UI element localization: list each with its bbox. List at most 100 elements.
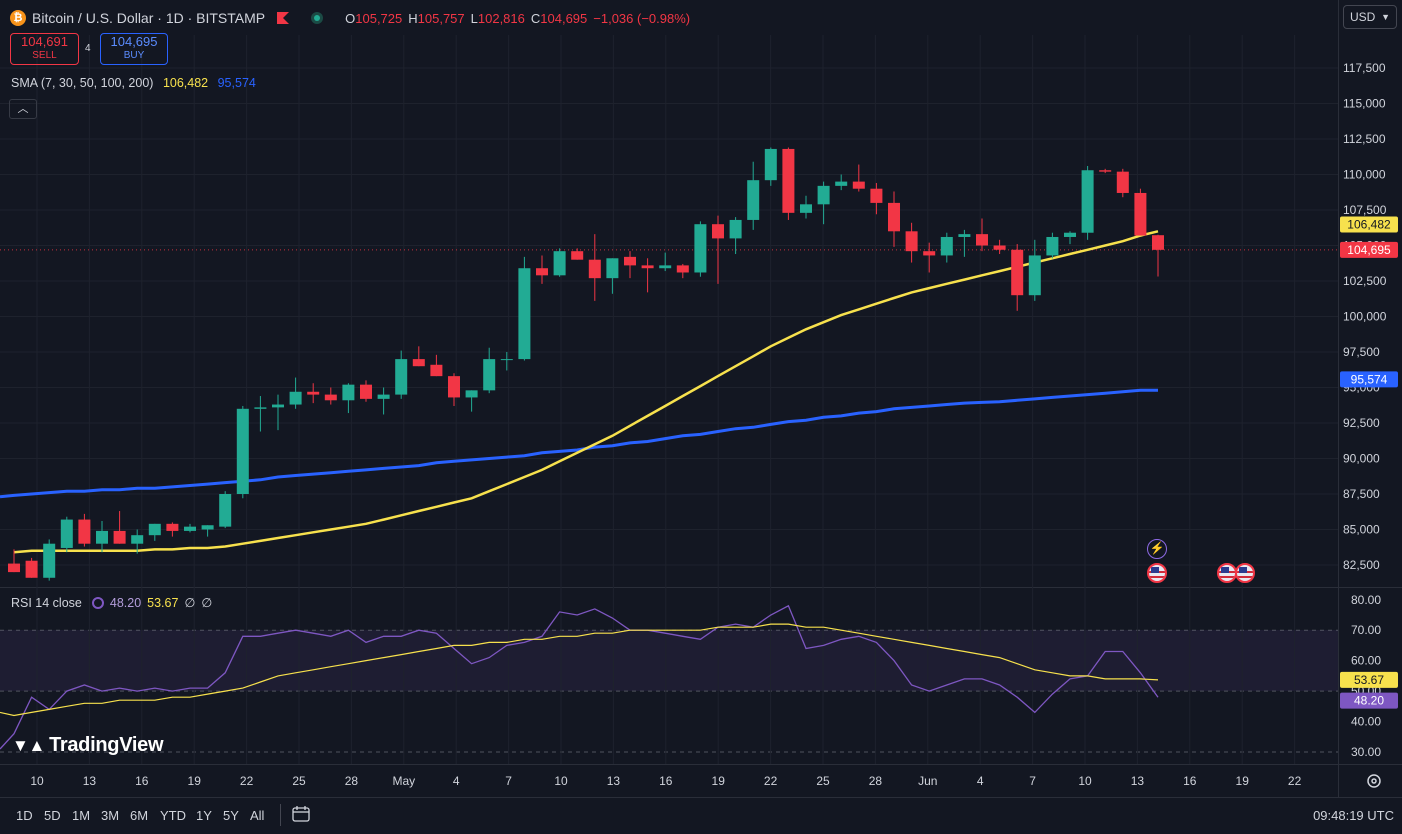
candle-body[interactable] — [782, 148, 795, 213]
candle-body[interactable] — [448, 376, 460, 398]
rsi-ma-value: 53.67 — [147, 595, 179, 610]
calendar-icon[interactable] — [292, 806, 310, 822]
candle-body[interactable] — [923, 251, 936, 256]
candle-body[interactable] — [483, 359, 496, 391]
candle-body[interactable] — [729, 219, 742, 239]
candle-body[interactable] — [1081, 170, 1094, 233]
period-all[interactable]: All — [250, 808, 264, 823]
candle-body[interactable] — [254, 407, 267, 409]
candle-body[interactable] — [307, 391, 320, 395]
time-tick-label: 13 — [607, 774, 621, 788]
candle-body[interactable] — [764, 148, 777, 181]
candle-body[interactable] — [958, 234, 971, 237]
candle-body[interactable] — [395, 359, 408, 395]
us-flag-event-icon[interactable] — [1217, 563, 1237, 583]
currency-select[interactable]: USD ▼ — [1343, 5, 1397, 29]
chart-canvas[interactable]: 117,500115,000112,500110,000107,500105,0… — [0, 0, 1402, 797]
candle-body[interactable] — [219, 494, 232, 527]
candle-body[interactable] — [870, 188, 883, 203]
candle-body[interactable] — [272, 404, 284, 408]
rsi-label: RSI 14 close — [11, 595, 82, 610]
symbol-header[interactable]: ₿ Bitcoin / U.S. Dollar · 1D · BITSTAMP … — [10, 8, 690, 28]
market-open-icon — [311, 12, 324, 24]
candle-body[interactable] — [993, 245, 1006, 250]
period-ytd[interactable]: YTD — [160, 808, 186, 823]
candle-body[interactable] — [377, 394, 390, 399]
candle-body[interactable] — [905, 231, 918, 252]
candle-body[interactable] — [624, 256, 636, 266]
flag-icon[interactable] — [277, 12, 290, 24]
candle-body[interactable] — [888, 202, 900, 232]
period-5d[interactable]: 5D — [44, 808, 61, 823]
candle-body[interactable] — [606, 258, 619, 279]
candle-body[interactable] — [1099, 170, 1112, 172]
candle-body[interactable] — [201, 525, 214, 530]
candle-body[interactable] — [659, 265, 672, 269]
candle-body[interactable] — [553, 251, 566, 276]
candle-body[interactable] — [60, 519, 73, 548]
candle-body[interactable] — [500, 359, 513, 361]
symbol-title[interactable]: Bitcoin / U.S. Dollar · 1D · BITSTAMP — [32, 10, 265, 26]
candle-body[interactable] — [324, 394, 337, 401]
candle-body[interactable] — [25, 560, 38, 578]
candle-body[interactable] — [1152, 235, 1164, 250]
candle-body[interactable] — [43, 543, 56, 578]
candle-body[interactable] — [96, 530, 108, 544]
candle-body[interactable] — [8, 563, 20, 573]
time-tick-label: 10 — [554, 774, 568, 788]
candle-body[interactable] — [131, 535, 144, 544]
period-5y[interactable]: 5Y — [223, 808, 239, 823]
candle-body[interactable] — [430, 364, 443, 377]
candle-body[interactable] — [712, 224, 724, 239]
time-tick-label: 13 — [83, 774, 97, 788]
lightning-event-icon[interactable]: ⚡ — [1147, 539, 1167, 559]
candle-body[interactable] — [571, 251, 584, 260]
gear-icon[interactable] — [1366, 773, 1382, 789]
period-6m[interactable]: 6M — [130, 808, 148, 823]
candle-body[interactable] — [148, 523, 161, 536]
candle-body[interactable] — [1011, 249, 1024, 296]
sell-button[interactable]: 104,691 SELL — [10, 33, 79, 65]
tradingview-logo[interactable]: ▼▲ TradingView — [12, 734, 164, 757]
candle-body[interactable] — [289, 391, 302, 405]
utc-clock[interactable]: 09:48:19 UTC — [1313, 808, 1394, 823]
candle-body[interactable] — [817, 185, 830, 205]
candle-body[interactable] — [412, 359, 425, 367]
candle-body[interactable] — [465, 390, 478, 398]
candle-body[interactable] — [166, 523, 179, 531]
candle-body[interactable] — [800, 204, 812, 213]
candle-body[interactable] — [184, 526, 196, 531]
candle-body[interactable] — [113, 530, 126, 544]
candle-body[interactable] — [236, 408, 249, 494]
candle-body[interactable] — [694, 224, 707, 273]
candle-body[interactable] — [1064, 232, 1076, 237]
us-flag-event-icon[interactable] — [1147, 563, 1167, 583]
sma-legend[interactable]: SMA (7, 30, 50, 100, 200) 106,482 95,574 — [11, 76, 256, 90]
candle-body[interactable] — [940, 236, 953, 256]
candle-body[interactable] — [835, 181, 848, 186]
collapse-legend-button[interactable]: ︿ — [9, 99, 37, 119]
period-1y[interactable]: 1Y — [196, 808, 212, 823]
candle-body[interactable] — [1028, 255, 1041, 296]
us-flag-event-icon[interactable] — [1235, 563, 1255, 583]
candle-body[interactable] — [78, 519, 91, 544]
candle-body[interactable] — [342, 384, 355, 401]
period-1d[interactable]: 1D — [16, 808, 33, 823]
candle-body[interactable] — [588, 259, 601, 279]
rsi-legend[interactable]: RSI 14 close 48.20 53.67 ∅ ∅ — [11, 595, 212, 611]
candle-body[interactable] — [1116, 171, 1129, 193]
candle-body[interactable] — [641, 265, 654, 269]
period-1m[interactable]: 1M — [72, 808, 90, 823]
buy-button[interactable]: 104,695 BUY — [100, 33, 168, 65]
candle-body[interactable] — [536, 268, 548, 276]
candle-body[interactable] — [1134, 192, 1147, 236]
candle-body[interactable] — [360, 384, 372, 399]
candle-body[interactable] — [747, 180, 760, 220]
rsi-price-label: 48.20 — [1354, 694, 1384, 708]
candle-body[interactable] — [976, 234, 988, 246]
period-3m[interactable]: 3M — [101, 808, 119, 823]
candle-body[interactable] — [518, 268, 531, 360]
candle-body[interactable] — [1046, 236, 1059, 256]
candle-body[interactable] — [852, 181, 865, 189]
candle-body[interactable] — [676, 265, 689, 273]
